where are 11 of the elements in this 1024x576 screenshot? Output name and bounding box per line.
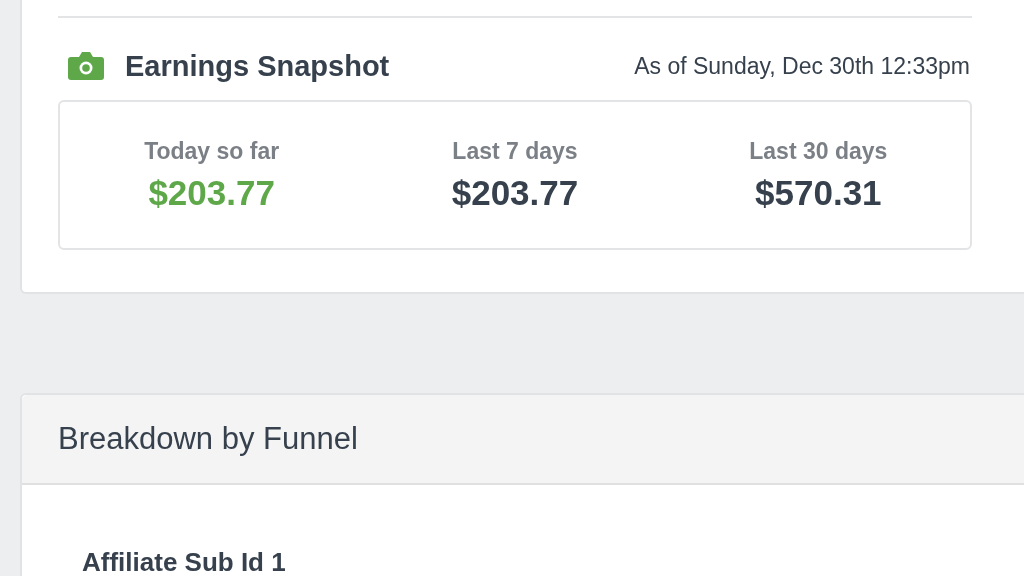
stat-value: $203.77 [451, 172, 579, 213]
section-title: Earnings Snapshot [125, 49, 390, 83]
stat-label: Today so far [144, 137, 280, 165]
camera-icon [68, 50, 104, 82]
card-title: Breakdown by Funnel [58, 421, 358, 457]
stat-label: Last 7 days [452, 137, 578, 165]
stat-value: $203.77 [148, 172, 275, 213]
subheading: Affiliate Sub Id 1 [82, 547, 286, 576]
timestamp: As of Sunday, Dec 30th 12:33pm [634, 52, 970, 80]
stat-value: $570.31 [755, 172, 882, 213]
stat-label: Last 30 days [749, 137, 888, 165]
